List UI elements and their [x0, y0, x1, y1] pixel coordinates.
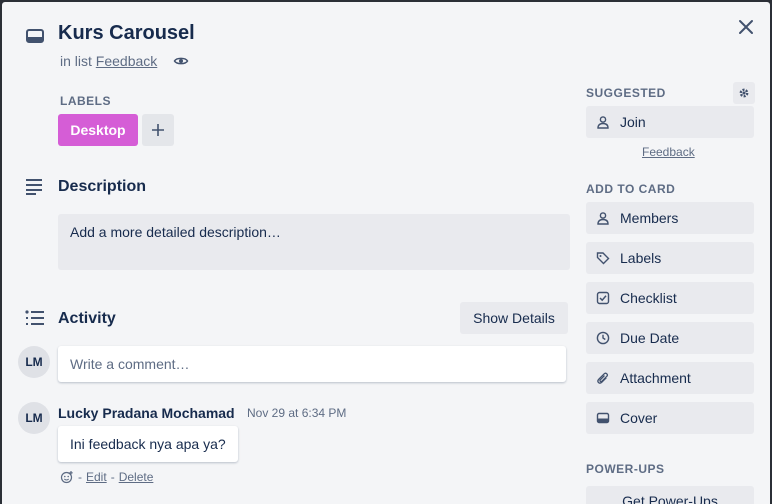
- comment-author-avatar[interactable]: LM: [18, 402, 50, 434]
- person-icon: [597, 116, 609, 129]
- activity-icon: [24, 309, 46, 327]
- attachment-label: Attachment: [620, 370, 691, 386]
- gear-icon: [739, 88, 749, 98]
- description-editor[interactable]: Add a more detailed description…: [58, 214, 570, 270]
- label-desktop[interactable]: Desktop: [58, 114, 138, 146]
- labels-button[interactable]: Labels: [586, 242, 754, 274]
- labels-label: Labels: [620, 250, 662, 266]
- avatar[interactable]: LM: [18, 346, 50, 378]
- person-icon: [597, 212, 609, 225]
- comment-author[interactable]: Lucky Pradana Mochamad: [58, 405, 235, 421]
- show-details-button[interactable]: Show Details: [460, 302, 568, 334]
- tag-icon: [596, 252, 610, 265]
- add-label-button[interactable]: [142, 114, 174, 146]
- due-date-label: Due Date: [620, 330, 680, 346]
- cover-icon: [596, 412, 610, 424]
- card-icon: [24, 26, 46, 46]
- comment-timestamp[interactable]: Nov 29 at 6:34 PM: [247, 406, 346, 420]
- close-icon[interactable]: [735, 16, 757, 38]
- description-icon: [24, 178, 44, 196]
- get-power-ups-button[interactable]: Get Power-Ups: [586, 486, 754, 504]
- clock-icon: [596, 331, 610, 345]
- comment-actions: - Edit - Delete: [60, 470, 153, 484]
- checklist-label: Checklist: [620, 290, 677, 306]
- edit-comment-link[interactable]: Edit: [86, 470, 107, 484]
- due-date-button[interactable]: Due Date: [586, 322, 754, 354]
- card-detail-modal: Kurs Carousel in list Feedback Labels De…: [2, 2, 770, 504]
- separator: -: [110, 470, 115, 484]
- paperclip-icon: [597, 372, 609, 384]
- card-title[interactable]: Kurs Carousel: [58, 22, 195, 45]
- join-label: Join: [620, 114, 646, 130]
- plus-icon: [152, 124, 164, 136]
- members-label: Members: [620, 210, 679, 226]
- add-to-card-heading: Add to card: [586, 182, 676, 196]
- suggestions-settings-button[interactable]: [733, 82, 755, 104]
- separator: -: [78, 470, 82, 484]
- cover-label: Cover: [620, 410, 658, 426]
- power-ups-heading: Power-Ups: [586, 462, 665, 476]
- cover-button[interactable]: Cover: [586, 402, 754, 434]
- list-link[interactable]: Feedback: [96, 53, 157, 69]
- card-list-location: in list Feedback: [60, 53, 157, 69]
- feedback-link[interactable]: Feedback: [642, 145, 695, 159]
- suggested-heading: Suggested: [586, 86, 666, 100]
- comment-text: Ini feedback nya apa ya?: [58, 426, 238, 462]
- labels-heading: Labels: [60, 94, 111, 108]
- description-heading: Description: [58, 178, 147, 195]
- delete-comment-link[interactable]: Delete: [119, 470, 154, 484]
- attachment-button[interactable]: Attachment: [586, 362, 754, 394]
- activity-heading: Activity: [58, 310, 116, 327]
- members-button[interactable]: Members: [586, 202, 754, 234]
- comment-input[interactable]: Write a comment…: [58, 346, 566, 382]
- in-list-prefix: in list: [60, 53, 92, 69]
- checklist-button[interactable]: Checklist: [586, 282, 754, 314]
- add-reaction-icon[interactable]: [60, 470, 74, 484]
- checkbox-icon: [596, 291, 610, 305]
- join-button[interactable]: Join: [586, 106, 754, 138]
- eye-icon[interactable]: [173, 53, 189, 69]
